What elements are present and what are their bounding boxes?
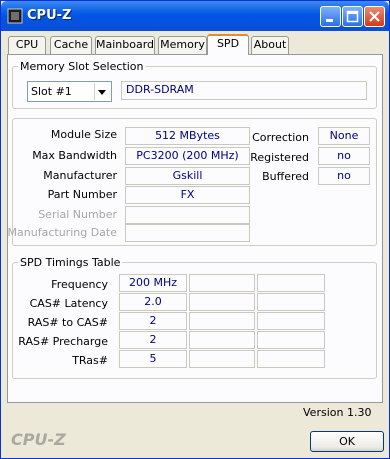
version-text: Version 1.30 [303, 406, 372, 419]
slot-selection-legend: Memory Slot Selection [18, 60, 146, 73]
timing-value-ras-to-cas: 2 [119, 312, 187, 330]
timing-empty-cell [257, 350, 325, 368]
timing-empty-cell [257, 293, 325, 311]
timing-label-tras: TRas# [72, 354, 108, 367]
cpuz-brand-logo: CPU-Z [11, 430, 66, 449]
spd-timings-legend: SPD Timings Table [18, 256, 123, 269]
tab-cache[interactable]: Cache [50, 36, 92, 54]
buffered-label: Buffered [262, 170, 309, 183]
app-icon [7, 8, 23, 24]
timing-empty-cell [189, 331, 255, 349]
title-bar[interactable]: CPU-Z [1, 1, 389, 31]
registered-label: Registered [250, 151, 309, 164]
timing-empty-cell [257, 274, 325, 292]
close-button[interactable] [364, 6, 385, 27]
maximize-button[interactable] [342, 6, 363, 27]
part-number-label: Part Number [47, 188, 117, 201]
tab-mainboard[interactable]: Mainboard [95, 36, 155, 54]
buffered-value: no [318, 167, 370, 185]
tab-spd[interactable]: SPD [207, 34, 249, 55]
timing-label-cas-latency: CAS# Latency [29, 297, 108, 310]
timing-empty-cell [257, 331, 325, 349]
close-icon [369, 11, 380, 22]
timing-empty-cell [189, 293, 255, 311]
timing-empty-cell [257, 312, 325, 330]
manufacturing-date-value [125, 224, 250, 242]
timing-value-frequency: 200 MHz [119, 274, 187, 292]
timing-label-ras-precharge: RAS# Precharge [18, 335, 108, 348]
minimize-icon [326, 19, 333, 22]
cpuz-window: CPU-Z CPU Cache Mainboard Memory SPD Abo… [0, 0, 390, 459]
manufacturing-date-label: Manufacturing Date [7, 226, 117, 239]
timing-empty-cell [189, 274, 255, 292]
correction-value: None [318, 127, 370, 145]
chevron-down-icon[interactable] [94, 83, 110, 100]
timing-empty-cell [189, 350, 255, 368]
timing-value-cas-latency: 2.0 [119, 293, 187, 311]
manufacturer-value: Gskill [125, 167, 250, 185]
timing-empty-cell [189, 312, 255, 330]
registered-value: no [318, 147, 370, 165]
tab-about[interactable]: About [251, 36, 289, 54]
module-size-label: Module Size [50, 128, 117, 141]
manufacturer-label: Manufacturer [43, 169, 117, 182]
memory-type-field: DDR-SDRAM [121, 81, 367, 100]
tab-memory[interactable]: Memory [158, 36, 207, 54]
correction-label: Correction [252, 131, 309, 144]
max-bandwidth-label: Max Bandwidth [32, 149, 117, 162]
serial-number-value [125, 206, 250, 224]
tab-cpu[interactable]: CPU [8, 36, 46, 54]
timing-label-ras-to-cas: RAS# to CAS# [27, 316, 108, 329]
module-size-value: 512 MBytes [125, 127, 250, 145]
timing-value-ras-precharge: 2 [119, 331, 187, 349]
slot-select[interactable]: Slot #1 [27, 81, 112, 102]
maximize-icon [346, 10, 359, 23]
minimize-button[interactable] [320, 6, 341, 27]
serial-number-label: Serial Number [38, 208, 117, 221]
timing-label-frequency: Frequency [51, 278, 108, 291]
ok-button[interactable]: OK [310, 431, 384, 452]
max-bandwidth-value: PC3200 (200 MHz) [125, 147, 250, 165]
timing-value-tras: 5 [119, 350, 187, 368]
window-title: CPU-Z [27, 8, 72, 23]
slot-select-value: Slot #1 [31, 85, 72, 98]
part-number-value: FX [125, 186, 250, 204]
